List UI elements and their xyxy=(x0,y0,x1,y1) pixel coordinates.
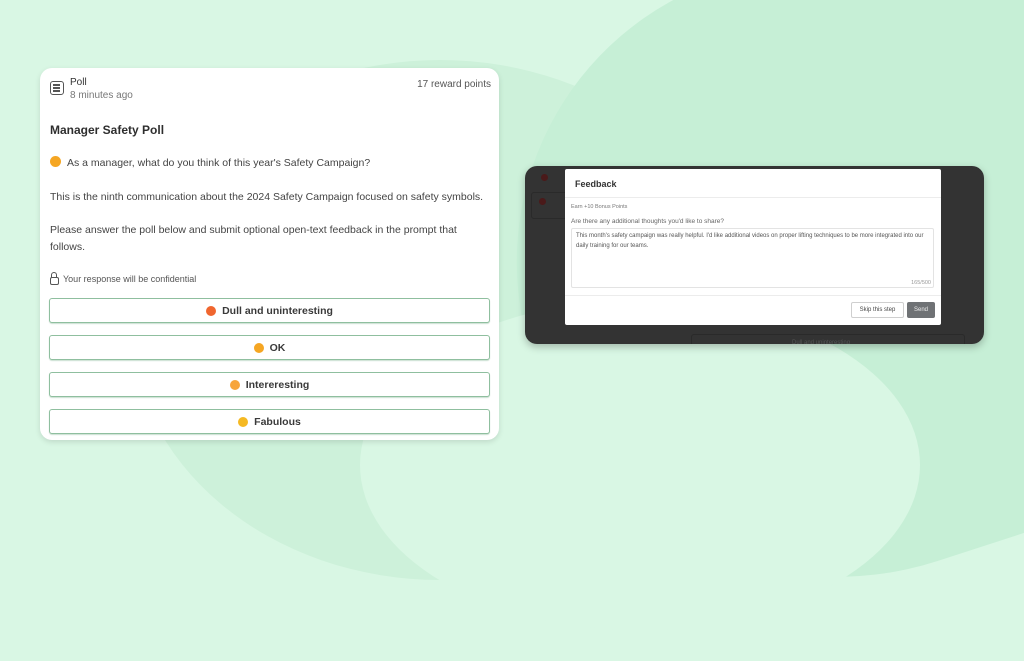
poll-body-text-2: Please answer the poll below and submit … xyxy=(50,224,457,253)
notification-icon xyxy=(541,174,548,181)
background-option-button: Dull and uninteresting xyxy=(691,334,965,344)
background-option-label: Dull and uninteresting xyxy=(792,340,851,344)
poll-title: Manager Safety Poll xyxy=(50,123,165,137)
raising-hands-emoji-icon xyxy=(238,416,249,427)
feedback-question: Are there any additional thoughts you'd … xyxy=(571,218,725,225)
confidential-text: Your response will be confidential xyxy=(63,273,197,284)
poll-timestamp: 8 minutes ago xyxy=(70,90,133,101)
notification-icon xyxy=(539,198,546,205)
bonus-points-label: Earn +10 Bonus Points xyxy=(571,204,628,210)
character-count: 165/500 xyxy=(911,280,931,286)
poll-option-label: Dull and uninteresting xyxy=(222,304,333,317)
poll-option-fabulous[interactable]: Fabulous xyxy=(49,409,490,434)
reward-points: 17 reward points xyxy=(417,79,491,90)
tired-face-emoji-icon xyxy=(253,342,264,353)
poll-option-label: OK xyxy=(269,341,286,354)
lock-icon xyxy=(50,272,59,285)
poll-option-interesting[interactable]: Intereresting xyxy=(49,372,490,397)
list-icon xyxy=(50,81,64,95)
poll-header: Poll 8 minutes ago xyxy=(50,76,133,102)
skip-step-button[interactable]: Skip this step xyxy=(851,302,904,318)
poll-option-dull[interactable]: Dull and uninteresting xyxy=(49,298,490,323)
poll-card: Poll 8 minutes ago 17 reward points Mana… xyxy=(40,68,499,440)
confidential-notice: Your response will be confidential xyxy=(50,272,196,285)
poll-body-text-1: This is the ninth communication about th… xyxy=(50,191,484,203)
poll-option-ok[interactable]: OK xyxy=(49,335,490,360)
modal-divider xyxy=(565,295,941,296)
poll-question-text: As a manager, what do you think of this … xyxy=(67,157,371,169)
feedback-modal: Feedback Earn +10 Bonus Points Are there… xyxy=(565,169,941,325)
modal-divider xyxy=(565,197,941,198)
feedback-textarea[interactable] xyxy=(571,228,934,288)
thinking-face-emoji-icon xyxy=(50,156,61,167)
face-with-open-mouth-emoji-icon xyxy=(206,305,217,316)
poll-type-label: Poll xyxy=(70,77,87,88)
poll-question: As a manager, what do you think of this … xyxy=(50,155,490,172)
grinning-face-emoji-icon xyxy=(229,379,240,390)
modal-title: Feedback xyxy=(575,179,617,189)
poll-option-label: Fabulous xyxy=(254,415,301,428)
poll-option-label: Intereresting xyxy=(245,378,310,391)
send-button[interactable]: Send xyxy=(907,302,935,318)
